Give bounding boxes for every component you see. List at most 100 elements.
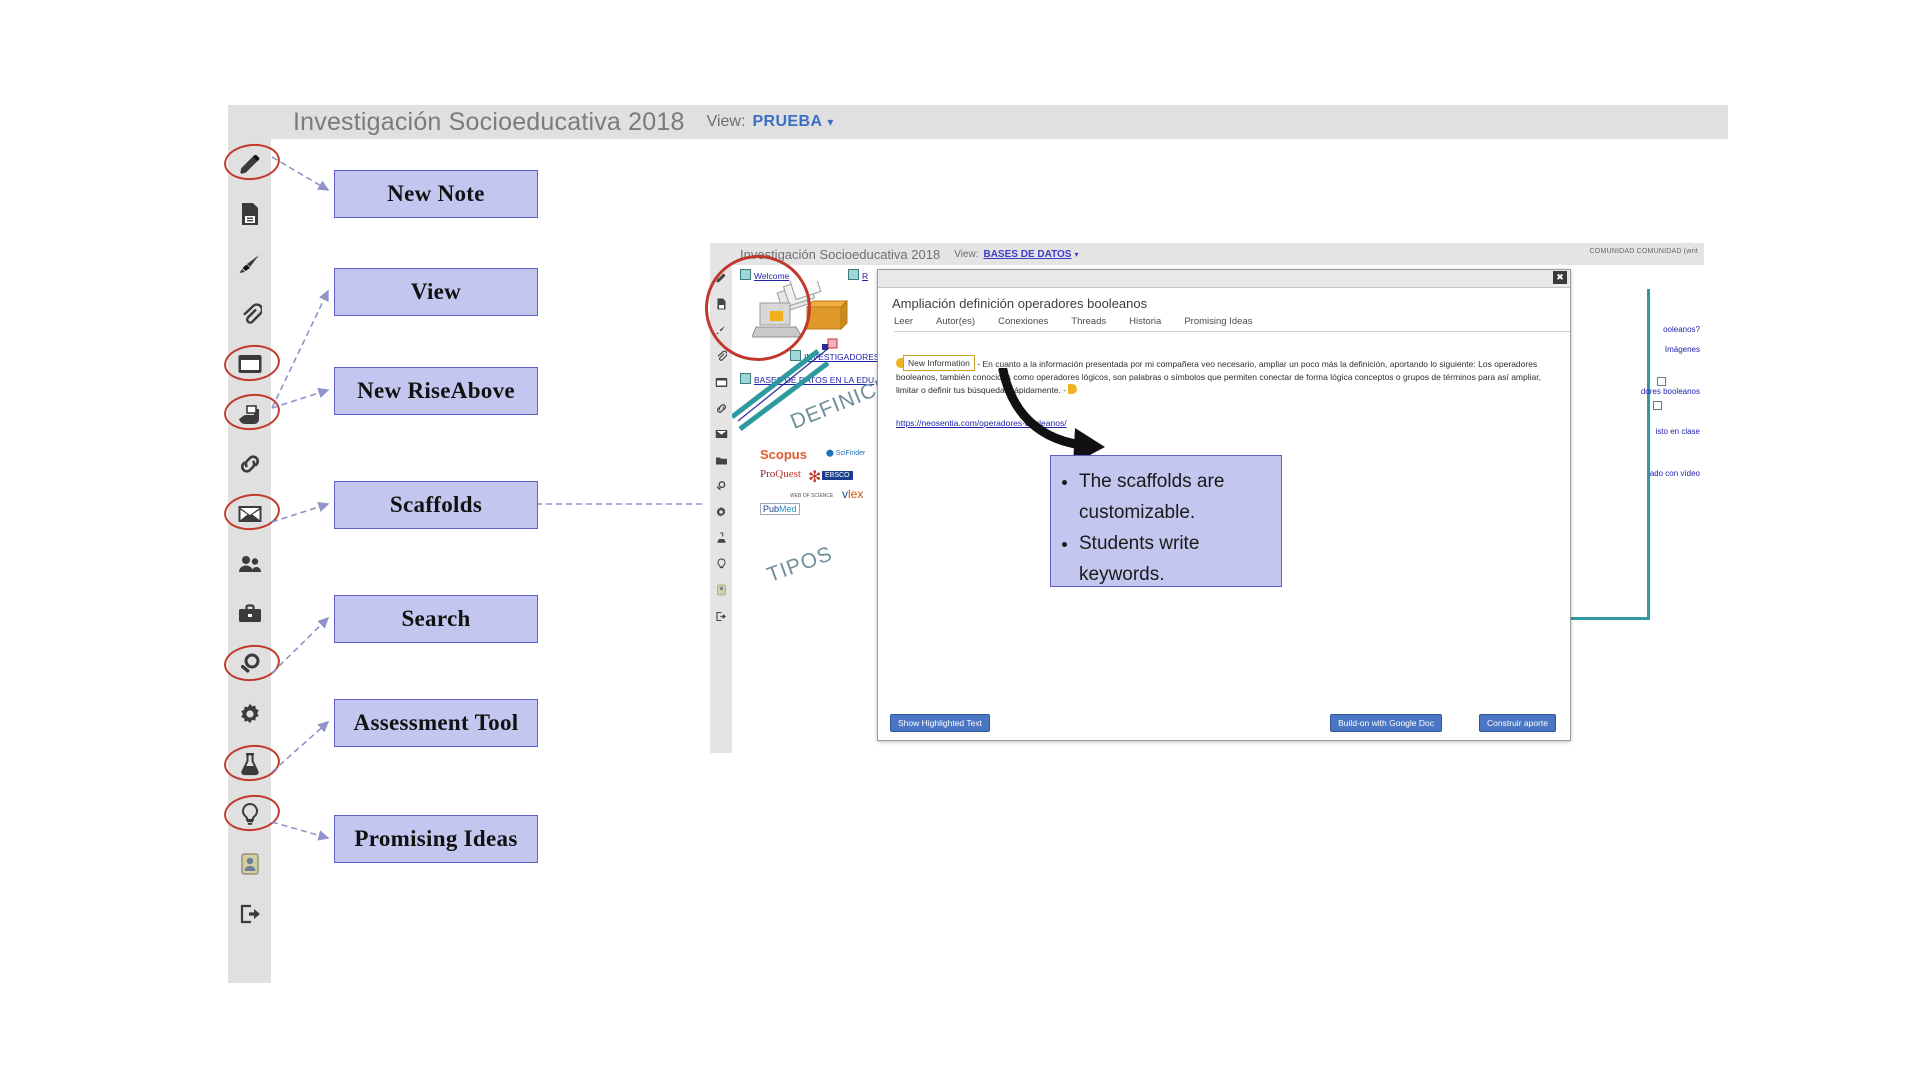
chevron-down-icon[interactable]: ▾: [1074, 250, 1078, 259]
close-icon[interactable]: ✖: [1553, 271, 1567, 284]
annotation-label: New Note: [387, 181, 485, 207]
tab-threads[interactable]: Threads: [1071, 316, 1106, 327]
tab-autores[interactable]: Autor(es): [936, 316, 975, 327]
annotation-scaffolds[interactable]: Scaffolds: [334, 481, 538, 529]
exit-icon[interactable]: [710, 603, 732, 629]
tab-leer[interactable]: Leer: [894, 316, 913, 327]
note-body-paragraph: - En cuanto a la información presentada …: [896, 359, 1541, 395]
paperclip-icon[interactable]: [710, 343, 732, 369]
callout-box: The scaffolds are customizable. Students…: [1050, 455, 1282, 587]
dialog-footer: Show Highlighted Text Build-on with Goog…: [878, 710, 1570, 740]
hand-view-icon[interactable]: [228, 389, 271, 439]
show-highlighted-text-button[interactable]: Show Highlighted Text: [890, 714, 990, 732]
right-note-link-3[interactable]: dores booleanos: [1641, 387, 1700, 396]
exit-icon[interactable]: [228, 889, 271, 939]
gear-icon[interactable]: [228, 689, 271, 739]
right-note-link-5[interactable]: ado con vídeo: [1650, 469, 1700, 478]
person-badge-icon[interactable]: [710, 577, 732, 603]
person-badge-icon[interactable]: [228, 839, 271, 889]
flask-icon[interactable]: [710, 525, 732, 551]
logo-wos: WEB OF SCIENCE: [790, 493, 833, 499]
pencil-icon[interactable]: [710, 265, 732, 291]
inner-app-title: Investigación Socioeducativa 2018: [740, 247, 940, 262]
logo-scifinder: ⬤ SciFinder: [826, 449, 865, 457]
chevron-down-icon[interactable]: ▾: [827, 115, 833, 129]
outer-view-label: View:: [707, 113, 746, 131]
logo-scopus: Scopus: [760, 447, 807, 462]
logo-swirl-mark: ✻: [808, 467, 821, 487]
note-square-marker-1[interactable]: [1657, 377, 1666, 386]
annotation-promising-ideas[interactable]: Promising Ideas: [334, 815, 538, 863]
right-note-link-2[interactable]: Imágenes: [1665, 345, 1700, 354]
annotation-label: Promising Ideas: [354, 826, 517, 852]
community-label: COMUNIDAD COMUNIDAD (writ: [1590, 248, 1698, 255]
tab-promising-ideas[interactable]: Promising Ideas: [1184, 316, 1252, 327]
outer-app-header: Investigación Socioeducativa 2018 View: …: [228, 105, 1728, 139]
annotation-label: Scaffolds: [390, 492, 482, 518]
link-icon[interactable]: [710, 395, 732, 421]
dialog-tabs: Leer Autor(es) Conexiones Threads Histor…: [894, 316, 1570, 332]
dialog-body: New Information - En cuanto a la informa…: [878, 332, 1570, 428]
paperclip-icon[interactable]: [228, 289, 271, 339]
lightbulb-icon[interactable]: [228, 789, 271, 839]
annotation-label: Assessment Tool: [354, 710, 519, 736]
folder-icon[interactable]: [710, 447, 732, 473]
tab-historia[interactable]: Historia: [1129, 316, 1161, 327]
document-icon[interactable]: [228, 189, 271, 239]
note-link-label: R: [862, 271, 868, 281]
brush-icon[interactable]: [710, 317, 732, 343]
people-icon[interactable]: [228, 539, 271, 589]
note-icon: [740, 269, 751, 280]
right-note-link-1[interactable]: ooleanos?: [1663, 325, 1700, 334]
envelope-icon[interactable]: [710, 421, 732, 447]
note-link-r[interactable]: R: [848, 269, 868, 281]
dialog-heading: Ampliación definición operadores boolean…: [892, 296, 1570, 311]
scaffold-chip[interactable]: New Information: [903, 355, 975, 372]
inner-view-selector[interactable]: BASES DE DATOS: [983, 249, 1071, 260]
briefcase-icon[interactable]: [228, 589, 271, 639]
window-icon[interactable]: [710, 369, 732, 395]
note-body-text: New Information - En cuanto a la informa…: [896, 355, 1552, 397]
scaffold-end-marker: [1068, 384, 1077, 394]
annotation-view[interactable]: View: [334, 268, 538, 316]
annotation-new-note[interactable]: New Note: [334, 170, 538, 218]
logo-vlex: vlex: [842, 487, 863, 501]
pencil-icon[interactable]: [228, 139, 271, 189]
tipos-label: TIPOS: [764, 542, 836, 588]
teal-divider-vertical: [1647, 289, 1650, 619]
annotation-assessment-tool[interactable]: Assessment Tool: [334, 699, 538, 747]
logo-pubmed: PubMed: [760, 503, 800, 515]
gear-icon[interactable]: [710, 499, 732, 525]
construir-aporte-button[interactable]: Construir aporte: [1479, 714, 1556, 732]
note-icon: [848, 269, 859, 280]
outer-view-selector[interactable]: PRUEBA: [752, 113, 822, 131]
window-icon[interactable]: [228, 339, 271, 389]
build-on-google-doc-button[interactable]: Build-on with Google Doc: [1330, 714, 1442, 732]
inner-toolbar: [710, 265, 732, 753]
database-logos-graphic: Scopus ⬤ SciFinder ProQuest EBSCO WEB OF…: [760, 447, 880, 517]
note-square-marker-2[interactable]: [1653, 401, 1662, 410]
link-icon[interactable]: [228, 439, 271, 489]
annotation-new-riseabove[interactable]: New RiseAbove: [334, 367, 538, 415]
inner-view-label: View:: [954, 249, 978, 260]
flask-icon[interactable]: [228, 739, 271, 789]
callout-bullet: Students write keywords.: [1079, 528, 1281, 590]
note-link-label: Welcome: [754, 271, 789, 281]
note-link-welcome[interactable]: Welcome: [740, 269, 789, 281]
annotation-label: New RiseAbove: [357, 378, 515, 404]
note-source-url[interactable]: https://neosentia.com/operadores-boolean…: [896, 418, 1552, 428]
callout-bullet-list: The scaffolds are customizable. Students…: [1051, 466, 1281, 590]
magnifier-icon[interactable]: [228, 639, 271, 689]
brush-icon[interactable]: [228, 239, 271, 289]
annotation-search[interactable]: Search: [334, 595, 538, 643]
dialog-titlebar: ✖: [878, 270, 1570, 288]
callout-bullet: The scaffolds are customizable.: [1079, 466, 1281, 528]
document-icon[interactable]: [710, 291, 732, 317]
magnifier-icon[interactable]: [710, 473, 732, 499]
outer-app-title: Investigación Socioeducativa 2018: [293, 108, 685, 137]
envelope-icon[interactable]: [228, 489, 271, 539]
right-note-link-4[interactable]: isto en clase: [1656, 427, 1700, 436]
tab-conexiones[interactable]: Conexiones: [998, 316, 1048, 327]
logo-proquest: ProQuest: [760, 468, 801, 480]
lightbulb-icon[interactable]: [710, 551, 732, 577]
